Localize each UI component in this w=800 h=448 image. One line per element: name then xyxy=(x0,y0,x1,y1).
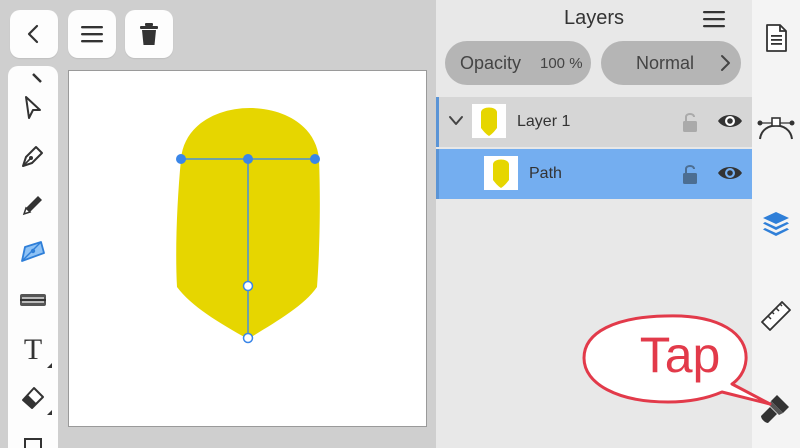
delete-button[interactable] xyxy=(125,10,173,58)
menu-button[interactable] xyxy=(68,10,116,58)
control-handle-middle[interactable] xyxy=(242,280,254,292)
layer-name: Layer 1 xyxy=(517,113,571,130)
bezier-path-icon xyxy=(757,117,795,140)
layers-button[interactable] xyxy=(752,202,800,246)
layers-stack-icon xyxy=(763,212,789,236)
shape-fill-icon xyxy=(21,241,45,262)
blend-mode-button[interactable]: Normal xyxy=(601,41,741,85)
tool-more[interactable] xyxy=(8,420,58,448)
tool-pointer[interactable] xyxy=(8,86,58,130)
submenu-corner-icon xyxy=(47,363,52,368)
text-tool-glyph: T xyxy=(23,333,43,366)
tool-strip: T xyxy=(8,66,58,448)
hamburger-icon xyxy=(703,11,725,28)
document-icon xyxy=(766,24,787,52)
submenu-corner-icon xyxy=(47,410,52,415)
opacity-label: Opacity xyxy=(460,53,522,73)
layer-row-layer-1[interactable]: Layer 1 xyxy=(436,97,752,147)
chevron-left-icon xyxy=(27,24,39,44)
tool-pen[interactable] xyxy=(8,134,58,178)
tool-text[interactable]: T xyxy=(8,328,58,372)
hamburger-icon xyxy=(81,26,103,43)
tap-callout-text: Tap xyxy=(639,327,721,383)
anchor-handle-right[interactable] xyxy=(310,154,320,164)
ruler-blend-icon xyxy=(20,294,46,306)
unlock-icon[interactable] xyxy=(682,163,698,185)
shape-thumbnail-icon xyxy=(493,159,509,188)
canvas-artwork xyxy=(176,108,320,344)
tool-pencil[interactable] xyxy=(8,183,58,227)
layers-panel-header: Layers xyxy=(436,0,752,38)
path-edit-button[interactable] xyxy=(752,106,800,150)
opacity-control[interactable]: Opacity 100 % xyxy=(445,41,591,85)
pen-icon xyxy=(22,146,43,167)
layer-thumbnail xyxy=(484,156,518,190)
eye-icon[interactable] xyxy=(717,164,743,182)
unlock-icon[interactable] xyxy=(682,111,698,133)
trash-icon xyxy=(140,23,158,45)
drawing-canvas[interactable] xyxy=(68,70,427,427)
blend-mode-label: Normal xyxy=(635,53,694,73)
eye-icon[interactable] xyxy=(717,112,743,130)
pencil-icon xyxy=(22,196,42,216)
layer-row-path[interactable]: Path xyxy=(436,149,752,199)
opacity-value: 100 % xyxy=(540,55,583,72)
tool-eraser[interactable] xyxy=(8,375,58,419)
shape-thumbnail-icon xyxy=(481,107,497,136)
document-button[interactable] xyxy=(752,16,800,60)
eraser-icon xyxy=(22,387,44,409)
layer-thumbnail xyxy=(472,104,506,138)
chevron-right-icon xyxy=(721,55,730,71)
panel-menu-button[interactable] xyxy=(702,8,726,30)
pointer-icon xyxy=(25,96,41,119)
tool-ruler-blend[interactable] xyxy=(8,278,58,322)
anchor-handle-left[interactable] xyxy=(176,154,186,164)
tool-shape-fill[interactable] xyxy=(8,230,58,274)
chevron-down-icon[interactable] xyxy=(448,115,464,127)
frame-icon xyxy=(24,438,42,448)
layer-name: Path xyxy=(529,165,562,182)
back-button[interactable] xyxy=(10,10,58,58)
control-handle-bottom[interactable] xyxy=(242,332,254,344)
anchor-handle-center[interactable] xyxy=(243,154,253,164)
